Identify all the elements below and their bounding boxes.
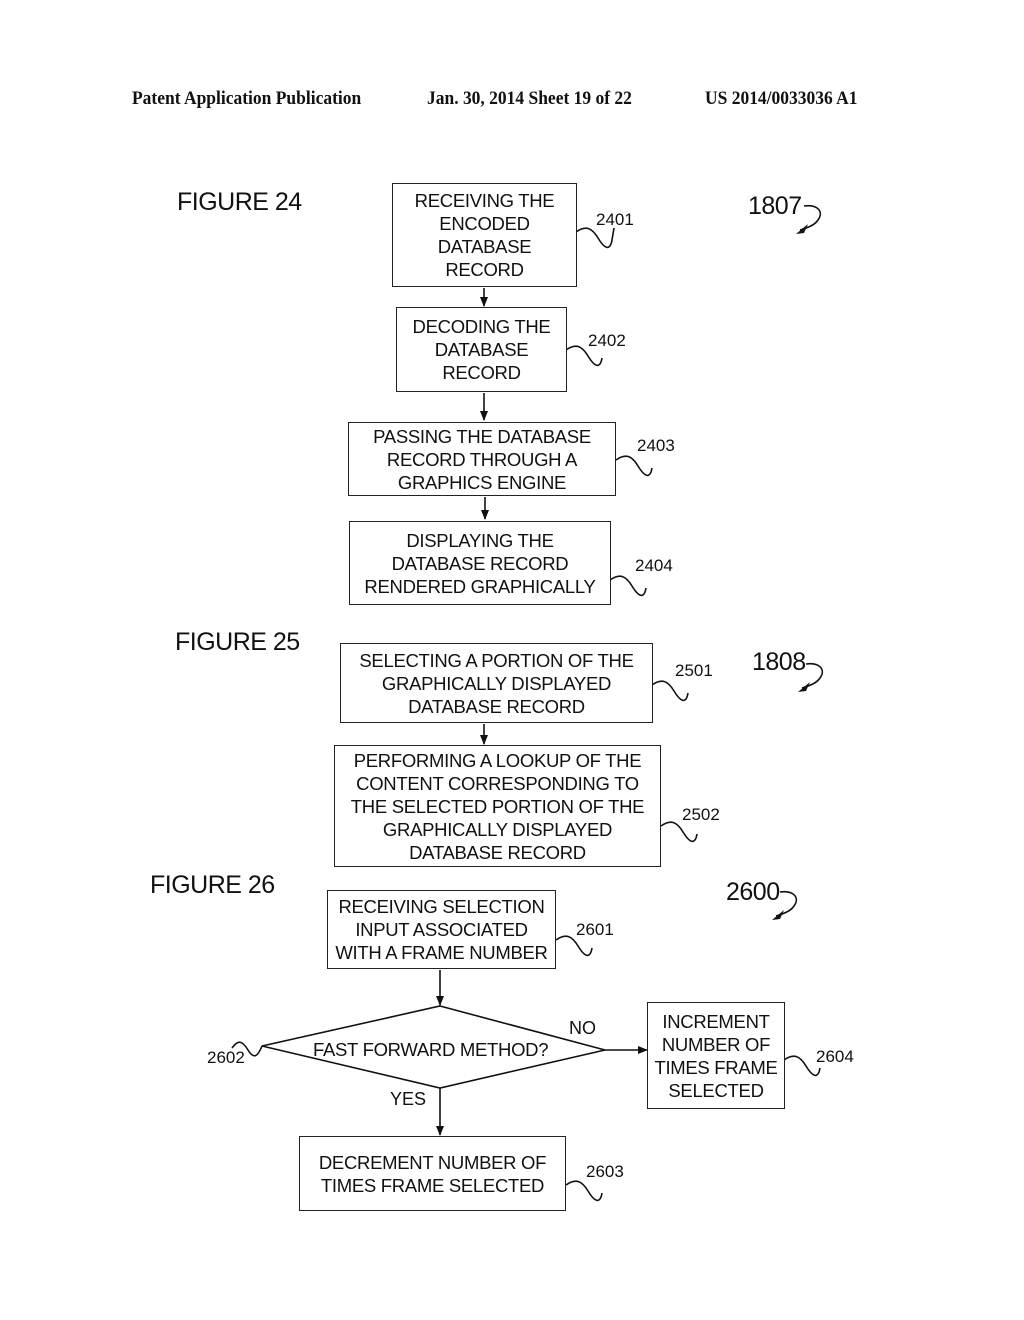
figure-25-title: FIGURE 25	[175, 628, 300, 656]
leader-2501	[651, 680, 689, 702]
step-2601-box: RECEIVING SELECTION INPUT ASSOCIATED WIT…	[327, 890, 556, 969]
ref-2502: 2502	[682, 805, 720, 824]
publication-number: US 2014/0033036 A1	[705, 88, 858, 109]
figref-arrowhead-1808	[798, 682, 810, 692]
step-2401-box: RECEIVING THE ENCODED DATABASE RECORD	[392, 183, 577, 287]
step-2402-box: DECODING THE DATABASE RECORD	[396, 307, 567, 392]
ref-2602: 2602	[207, 1048, 245, 1067]
decision-2602-text: FAST FORWARD METHOD?	[313, 1039, 549, 1060]
figure-24-reference: 1807	[748, 192, 802, 220]
figure-25-reference: 1808	[752, 648, 806, 676]
ref-2403: 2403	[637, 436, 675, 455]
step-2403-box: PASSING THE DATABASE RECORD THROUGH A GR…	[348, 422, 616, 496]
figure-24-title: FIGURE 24	[177, 188, 302, 216]
ref-2404: 2404	[635, 556, 673, 575]
figure-26-title: FIGURE 26	[150, 871, 275, 899]
step-2501-box: SELECTING A PORTION OF THE GRAPHICALLY D…	[340, 643, 653, 723]
ref-2603: 2603	[586, 1162, 624, 1181]
step-2404-box: DISPLAYING THE DATABASE RECORD RENDERED …	[349, 521, 611, 605]
ref-2604: 2604	[816, 1047, 854, 1066]
figref-arrow-1807	[799, 204, 822, 231]
ref-2401: 2401	[596, 210, 634, 229]
publication-label: Patent Application Publication	[132, 88, 362, 109]
branch-yes-label: YES	[390, 1089, 427, 1109]
branch-no-label: NO	[569, 1018, 596, 1038]
step-2604-box: INCREMENT NUMBER OF TIMES FRAME SELECTED	[647, 1002, 785, 1109]
leader-2403	[615, 455, 653, 477]
step-2603-box: DECREMENT NUMBER OF TIMES FRAME SELECTED	[299, 1136, 566, 1211]
figref-arrowhead-1807	[796, 224, 808, 234]
leader-2604	[783, 1055, 821, 1077]
leader-2603	[565, 1180, 603, 1202]
date-sheet-label: Jan. 30, 2014 Sheet 19 of 22	[427, 88, 632, 109]
step-2502-box: PERFORMING A LOOKUP OF THE CONTENT CORRE…	[334, 745, 661, 867]
leader-2404	[609, 575, 647, 597]
leader-2502	[660, 821, 698, 843]
figref-arrowhead-2600	[772, 910, 784, 920]
ref-2501: 2501	[675, 661, 713, 680]
figure-26-reference: 2600	[726, 878, 780, 906]
leader-2401	[575, 227, 615, 249]
ref-2601: 2601	[576, 920, 614, 939]
ref-2402: 2402	[588, 331, 626, 350]
